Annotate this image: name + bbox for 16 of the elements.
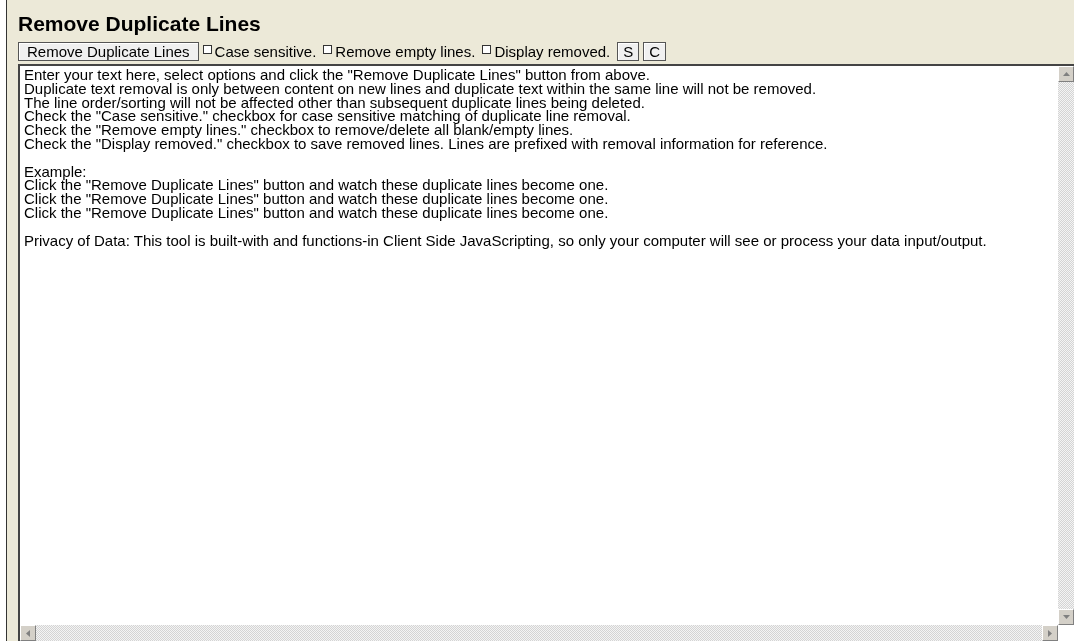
- horizontal-scrollbar[interactable]: [20, 625, 1058, 641]
- right-arrow-icon: [1048, 629, 1052, 637]
- checkbox-label[interactable]: Case sensitive.: [214, 43, 317, 60]
- checkbox[interactable]: [482, 45, 492, 54]
- remove-duplicates-button[interactable]: Remove Duplicate Lines: [18, 42, 199, 61]
- checkbox-label[interactable]: Display removed.: [494, 43, 611, 60]
- small-button[interactable]: C: [643, 42, 667, 61]
- up-arrow-icon: [1062, 72, 1070, 76]
- small-button[interactable]: S: [617, 42, 640, 61]
- checkbox[interactable]: [323, 45, 333, 54]
- down-arrow-icon: [1062, 615, 1070, 619]
- page-title: Remove Duplicate Lines: [18, 12, 262, 36]
- left-arrow-icon: [26, 629, 30, 637]
- vertical-scrollbar[interactable]: [1058, 66, 1074, 625]
- checkbox[interactable]: [202, 45, 212, 54]
- checkbox-label[interactable]: Remove empty lines.: [335, 43, 476, 60]
